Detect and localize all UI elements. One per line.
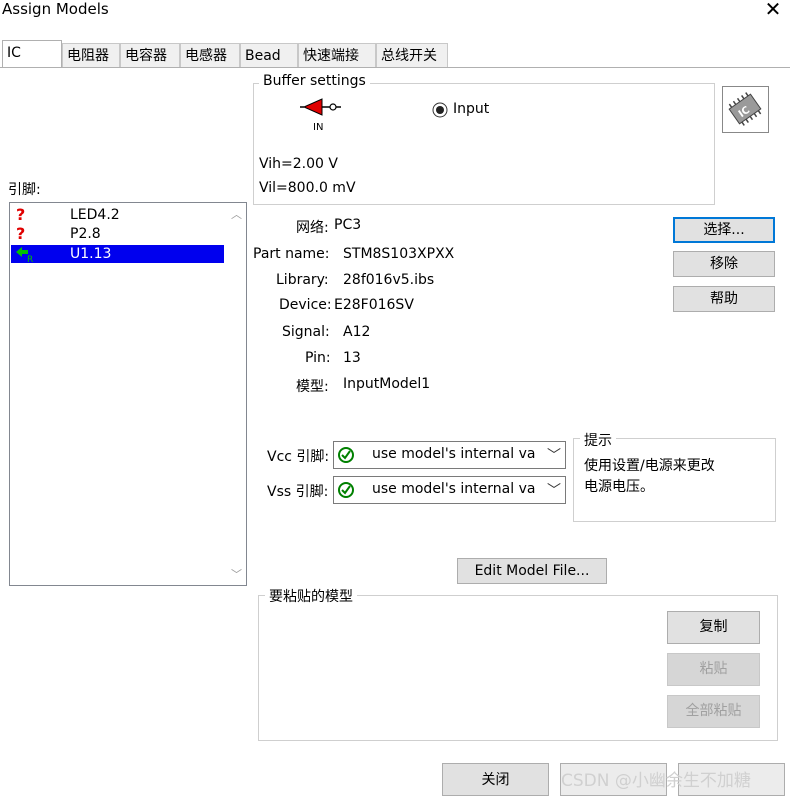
tab-label: 总线开关 <box>381 48 437 64</box>
paste-all-button[interactable]: 全部粘贴 <box>667 695 760 728</box>
title-bar: Assign Models ✕ <box>0 0 790 22</box>
part-name-label: Part name: <box>253 246 330 262</box>
chevron-down-icon[interactable]: ﹀ <box>547 480 561 500</box>
pins-label: 引脚: <box>8 182 41 198</box>
tab-label: 电阻器 <box>67 48 109 64</box>
vil-value: Vil=800.0 mV <box>259 180 356 196</box>
select-model-button[interactable]: 选择... <box>673 217 775 243</box>
close-window-button[interactable]: ✕ <box>760 0 786 21</box>
tab-resistor[interactable]: 电阻器 <box>62 43 120 67</box>
tab-capacitor[interactable]: 电容器 <box>120 43 180 67</box>
list-item[interactable]: ? P2.8 <box>11 225 224 243</box>
remove-model-button[interactable]: 移除 <box>673 251 775 277</box>
tab-label: Bead <box>245 48 281 64</box>
tab-label: 快速端接 <box>303 48 359 64</box>
device-value: E28F016SV <box>334 297 414 313</box>
paste-models-legend: 要粘贴的模型 <box>265 586 357 606</box>
scroll-down-icon[interactable]: ﹀ <box>231 566 242 582</box>
tab-ic[interactable]: IC <box>2 40 62 68</box>
tab-label: 电容器 <box>125 48 167 64</box>
ic-chip-icon: IC <box>722 86 769 133</box>
receiver-icon: R <box>14 245 36 268</box>
buffer-symbol-label: IN <box>313 122 324 133</box>
unknown-model-icon: ? <box>16 205 26 224</box>
svg-text:R: R <box>27 255 33 263</box>
scroll-up-icon[interactable]: ︿ <box>231 206 242 222</box>
part-name-value: STM8S103XPXX <box>343 246 455 262</box>
model-label: 模型: <box>296 379 329 395</box>
watermark-text: CSDN @小幽余生不加糖 <box>561 771 751 791</box>
vih-value: Vih=2.00 V <box>259 156 338 172</box>
tab-bus-switch[interactable]: 总线开关 <box>376 43 448 67</box>
list-item-label: U1.13 <box>70 246 112 262</box>
hint-text-line2: 电源电压。 <box>584 479 654 495</box>
internal-power-icon <box>337 481 355 503</box>
buffer-settings-legend: Buffer settings <box>259 73 370 89</box>
signal-value: A12 <box>343 324 371 340</box>
chevron-down-icon[interactable]: ﹀ <box>547 445 561 465</box>
paste-button[interactable]: 粘贴 <box>667 653 760 686</box>
unknown-model-icon: ? <box>16 224 26 243</box>
list-item-label: LED4.2 <box>70 207 120 223</box>
pins-list-scrollbar[interactable]: ︿ ﹀ <box>228 204 245 584</box>
list-item[interactable]: ? LED4.2 <box>11 206 224 224</box>
vcc-pin-value: use model's internal va <box>372 446 536 462</box>
hint-text-line1: 使用设置/电源来更改 <box>584 458 715 474</box>
device-label: Device: <box>279 297 332 313</box>
window-title: Assign Models <box>2 0 109 18</box>
copy-button[interactable]: 复制 <box>667 611 760 644</box>
library-label: Library: <box>276 272 329 288</box>
input-radio-label: Input <box>453 101 490 117</box>
tab-label: 电感器 <box>185 48 227 64</box>
vss-pin-select[interactable]: use model's internal va ﹀ <box>333 476 566 504</box>
hint-legend: 提示 <box>580 430 616 450</box>
pins-list[interactable]: ? LED4.2 ? P2.8 R U1.13 ︿ ﹀ <box>9 202 247 586</box>
tab-quick-termination[interactable]: 快速端接 <box>298 43 376 67</box>
tab-label: IC <box>7 45 21 61</box>
close-button[interactable]: 关闭 <box>442 763 549 796</box>
tab-inductor[interactable]: 电感器 <box>180 43 240 67</box>
input-buffer-icon <box>300 96 342 122</box>
help-button[interactable]: 帮助 <box>673 286 775 312</box>
pin-value: 13 <box>343 350 361 366</box>
model-value: InputModel1 <box>343 376 431 392</box>
net-value: PC3 <box>334 217 362 233</box>
vss-pin-label: Vss 引脚: <box>267 484 329 500</box>
input-radio[interactable] <box>432 102 448 122</box>
internal-power-icon <box>337 446 355 468</box>
list-item-label: P2.8 <box>70 226 101 242</box>
net-label: 网络: <box>296 220 329 236</box>
tab-bead[interactable]: Bead <box>240 43 298 67</box>
edit-model-file-button[interactable]: Edit Model File... <box>457 558 607 584</box>
vcc-pin-label: Vcc 引脚: <box>267 449 330 465</box>
list-item-selected[interactable]: R U1.13 <box>11 245 224 265</box>
vss-pin-value: use model's internal va <box>372 481 536 497</box>
vcc-pin-select[interactable]: use model's internal va ﹀ <box>333 441 566 469</box>
signal-label: Signal: <box>282 324 330 340</box>
pin-label: Pin: <box>305 350 331 366</box>
library-value: 28f016v5.ibs <box>343 272 435 288</box>
